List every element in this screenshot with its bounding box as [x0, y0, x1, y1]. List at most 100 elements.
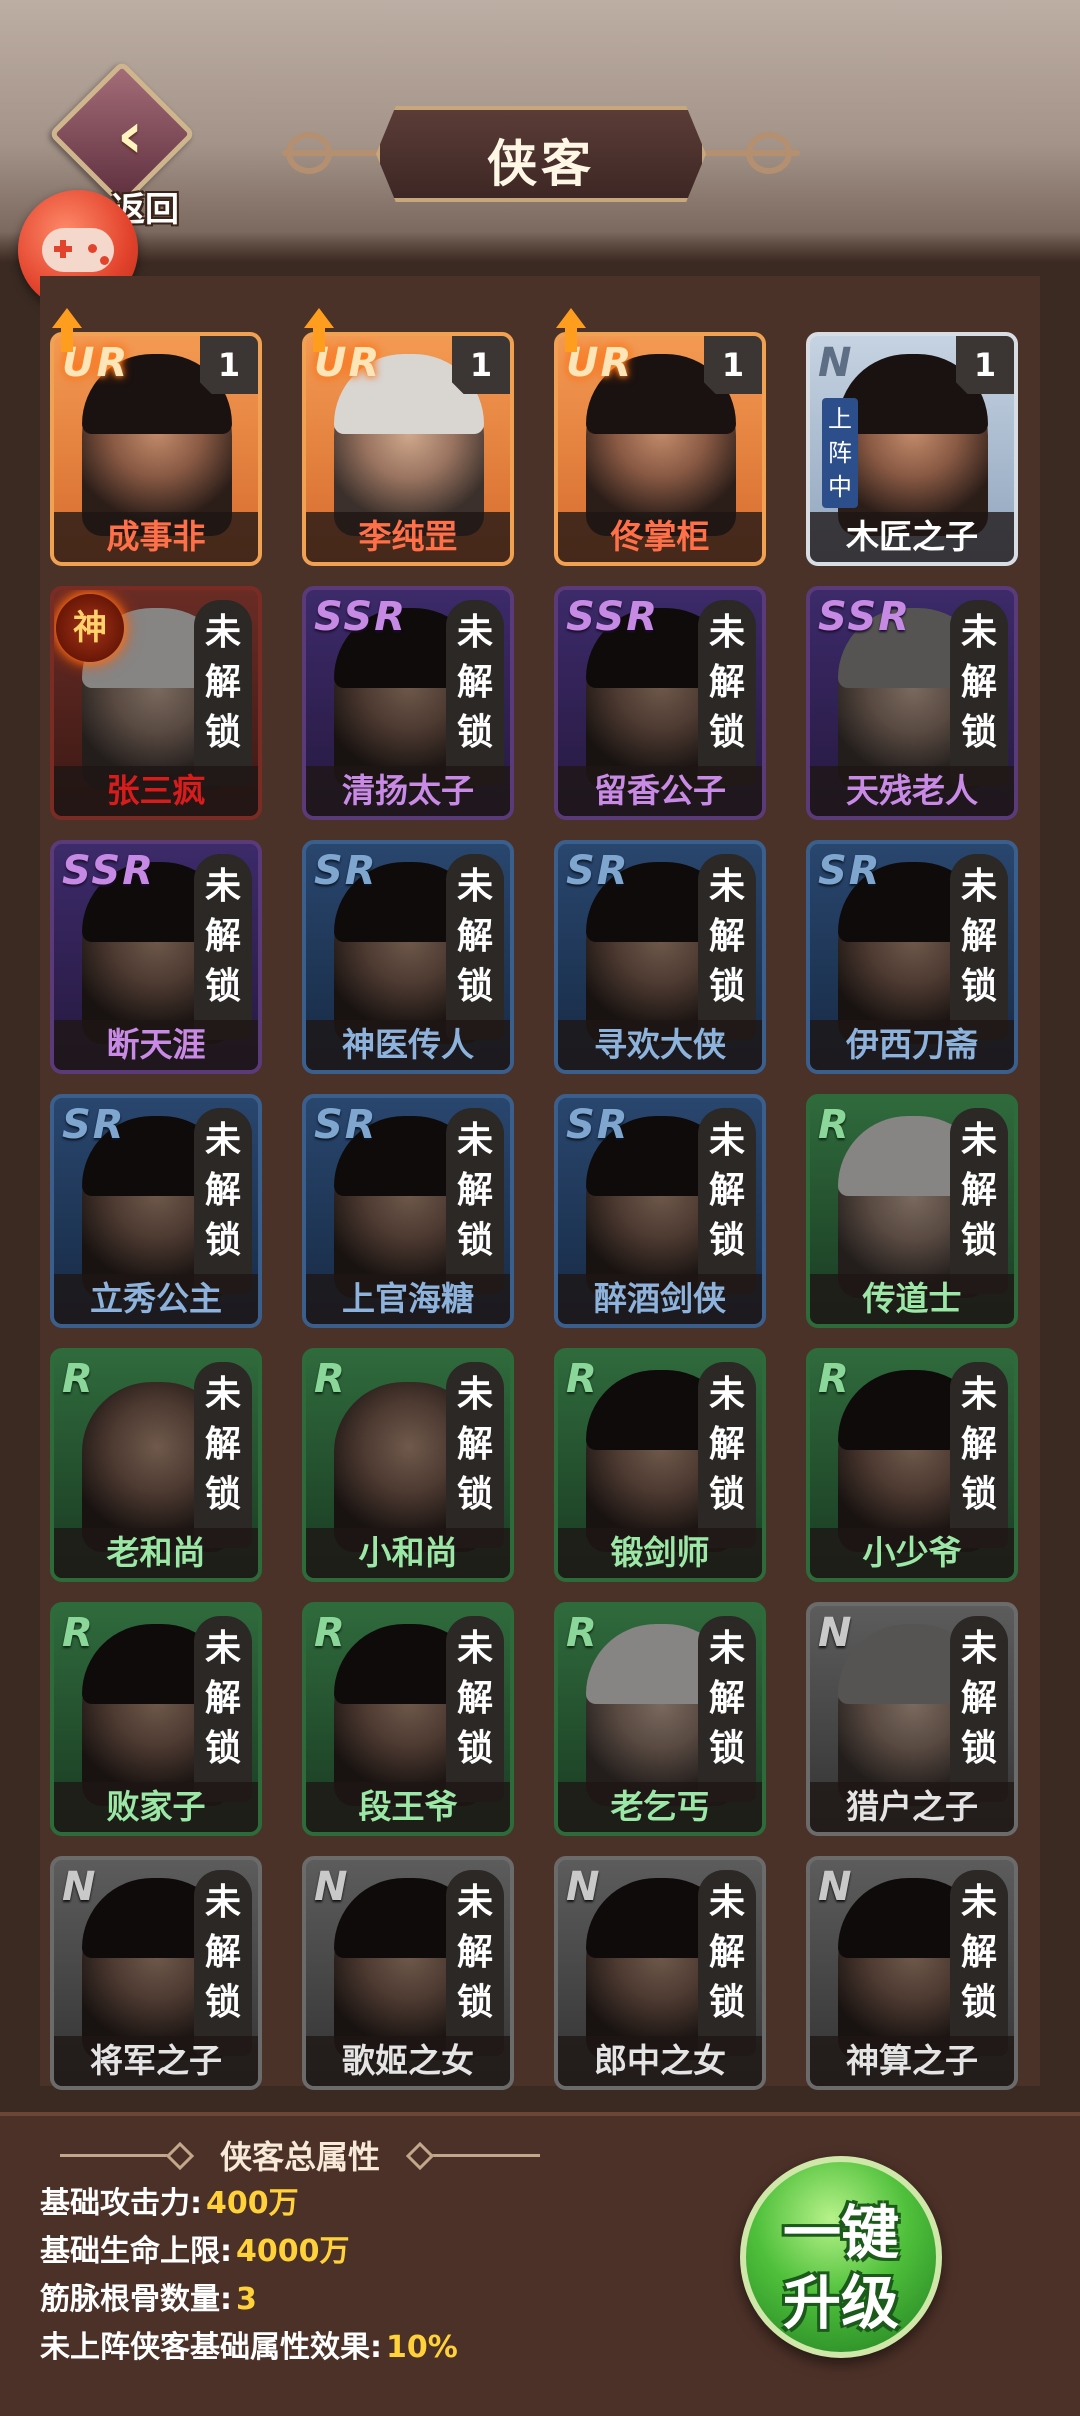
hero-card[interactable]: SR 未解锁 寻欢大侠: [554, 840, 766, 1074]
hero-card[interactable]: R 未解锁 败家子: [50, 1602, 262, 1836]
rarity-badge: R: [62, 1610, 95, 1656]
chevron-left-icon[interactable]: ‹: [98, 104, 162, 168]
locked-tag: 未解锁: [446, 1616, 504, 1802]
locked-tag: 未解锁: [698, 1108, 756, 1294]
hero-card[interactable]: R 未解锁 传道士: [806, 1094, 1018, 1328]
hero-card[interactable]: R 未解锁 老乞丐: [554, 1602, 766, 1836]
rarity-badge: N: [818, 340, 854, 386]
hero-name: 断天涯: [54, 1020, 258, 1070]
hero-name: 锻剑师: [558, 1528, 762, 1578]
stats-title: 侠客总属性: [219, 2138, 380, 2176]
hero-name: 留香公子: [558, 766, 762, 816]
hero-card[interactable]: R 未解锁 小少爷: [806, 1348, 1018, 1582]
hero-card[interactable]: UR 1 佟掌柜: [554, 332, 766, 566]
hero-card[interactable]: N 未解锁 神算之子: [806, 1856, 1018, 2090]
rarity-badge: SR: [314, 848, 378, 894]
rarity-badge: N: [818, 1610, 854, 1656]
rarity-badge: R: [566, 1356, 599, 1402]
level-badge: 1: [704, 336, 762, 394]
hero-name: 成事非: [54, 512, 258, 562]
rarity-badge: SR: [62, 1102, 126, 1148]
upgrade-arrow-icon: [52, 308, 82, 352]
rarity-badge: N: [314, 1864, 350, 1910]
hero-name: 清扬太子: [306, 766, 510, 816]
god-rarity-badge: 神: [56, 594, 124, 662]
locked-tag: 未解锁: [698, 854, 756, 1040]
hero-card[interactable]: N 1 上阵中木匠之子: [806, 332, 1018, 566]
locked-tag: 未解锁: [950, 1870, 1008, 2056]
hero-card[interactable]: N 未解锁 歌姬之女: [302, 1856, 514, 2090]
hero-name: 佟掌柜: [558, 512, 762, 562]
gamepad-icon-dot: [100, 256, 109, 265]
deployed-tag: 上阵中: [822, 398, 858, 508]
rarity-badge: N: [62, 1864, 98, 1910]
hero-name: 神医传人: [306, 1020, 510, 1070]
stat-label: 未上阵侠客基础属性效果:: [40, 2330, 382, 2365]
rarity-badge: N: [566, 1864, 602, 1910]
rarity-badge: R: [818, 1356, 851, 1402]
locked-tag: 未解锁: [194, 1870, 252, 2056]
hero-name: 张三疯: [54, 766, 258, 816]
locked-tag: 未解锁: [446, 1870, 504, 2056]
hero-card[interactable]: SSR 未解锁 断天涯: [50, 840, 262, 1074]
hero-name: 伊西刀斋: [810, 1020, 1014, 1070]
upgrade-arrow-icon: [304, 308, 334, 352]
rarity-badge: R: [818, 1102, 851, 1148]
level-badge: 1: [452, 336, 510, 394]
hero-card[interactable]: SR 未解锁 伊西刀斋: [806, 840, 1018, 1074]
locked-tag: 未解锁: [194, 854, 252, 1040]
hero-name: 醉酒剑侠: [558, 1274, 762, 1324]
rarity-badge: N: [818, 1864, 854, 1910]
rarity-badge: SR: [314, 1102, 378, 1148]
page-title: 侠客: [487, 135, 595, 193]
hero-card[interactable]: SR 未解锁 神医传人: [302, 840, 514, 1074]
stat-label: 筋脉根骨数量:: [40, 2282, 232, 2317]
hero-card[interactable]: SSR 未解锁 天残老人: [806, 586, 1018, 820]
rarity-badge: SSR: [314, 594, 407, 640]
stat-bench-effect: 未上阵侠客基础属性效果: 10%: [40, 2322, 458, 2366]
hero-card[interactable]: SSR 未解锁 清扬太子: [302, 586, 514, 820]
hero-name: 寻欢大侠: [558, 1020, 762, 1070]
hero-card[interactable]: SSR 未解锁 留香公子: [554, 586, 766, 820]
gamepad-icon-dot: [88, 244, 97, 253]
hero-card[interactable]: N 未解锁 猎户之子: [806, 1602, 1018, 1836]
stat-hp: 基础生命上限: 4000万: [40, 2226, 350, 2270]
locked-tag: 未解锁: [194, 1616, 252, 1802]
hero-name: 木匠之子: [810, 512, 1014, 562]
locked-tag: 未解锁: [698, 1870, 756, 2056]
rarity-badge: R: [314, 1356, 347, 1402]
hero-card[interactable]: N 未解锁 将军之子: [50, 1856, 262, 2090]
stat-value: 400万: [206, 2186, 299, 2221]
hero-card[interactable]: R 未解锁 小和尚: [302, 1348, 514, 1582]
hero-name: 段王爷: [306, 1782, 510, 1832]
hero-name: 天残老人: [810, 766, 1014, 816]
level-badge: 1: [956, 336, 1014, 394]
locked-tag: 未解锁: [698, 1362, 756, 1548]
hero-card[interactable]: SR 未解锁 立秀公主: [50, 1094, 262, 1328]
locked-tag: 未解锁: [446, 1362, 504, 1548]
rarity-badge: SSR: [818, 594, 911, 640]
hero-name: 败家子: [54, 1782, 258, 1832]
hero-name: 老和尚: [54, 1528, 258, 1578]
locked-tag: 未解锁: [950, 1108, 1008, 1294]
stat-label: 基础生命上限:: [40, 2234, 232, 2269]
hero-card[interactable]: R 未解锁 老和尚: [50, 1348, 262, 1582]
hero-card[interactable]: R 未解锁 段王爷: [302, 1602, 514, 1836]
hero-card[interactable]: N 未解锁 郎中之女: [554, 1856, 766, 2090]
stat-value: 10%: [386, 2330, 458, 2365]
hero-card[interactable]: SR 未解锁 上官海糖: [302, 1094, 514, 1328]
hero-card[interactable]: UR 1 李纯罡: [302, 332, 514, 566]
hero-card[interactable]: R 未解锁 锻剑师: [554, 1348, 766, 1582]
upgrade-label-line2[interactable]: 升级: [740, 2256, 942, 2340]
rarity-badge: SR: [566, 1102, 630, 1148]
rarity-badge: R: [314, 1610, 347, 1656]
title-ornament-right: [746, 132, 792, 174]
hero-card[interactable]: UR 1 成事非: [50, 332, 262, 566]
locked-tag: 未解锁: [950, 1362, 1008, 1548]
hero-card[interactable]: SR 未解锁 醉酒剑侠: [554, 1094, 766, 1328]
hero-name: 小少爷: [810, 1528, 1014, 1578]
locked-tag: 未解锁: [194, 1108, 252, 1294]
locked-tag: 未解锁: [698, 1616, 756, 1802]
hero-card[interactable]: 神 未解锁 张三疯: [50, 586, 262, 820]
hero-name: 猎户之子: [810, 1782, 1014, 1832]
